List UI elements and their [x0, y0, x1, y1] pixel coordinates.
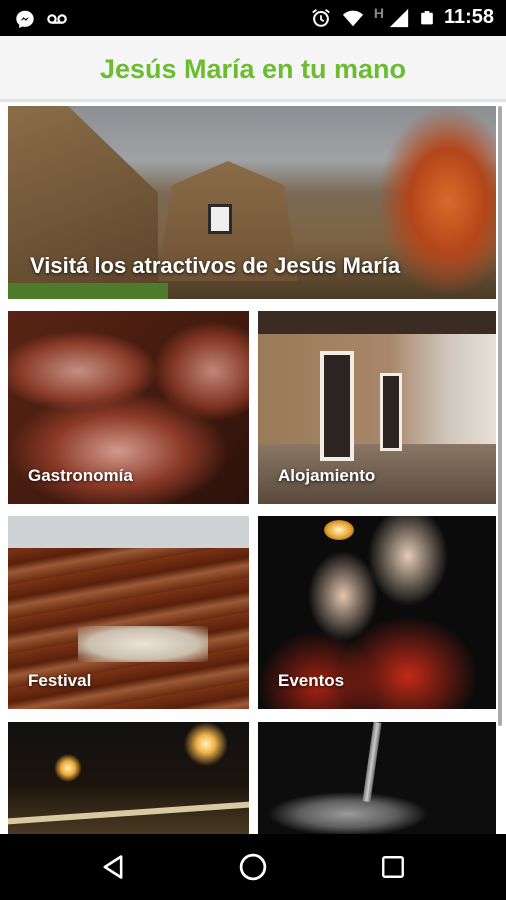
- tile-image-door: [320, 351, 354, 461]
- status-left-icons: [14, 8, 68, 30]
- scrollbar[interactable]: [498, 106, 502, 726]
- tile-image-sky: [8, 516, 249, 548]
- content-grid[interactable]: Visitá los atractivos de Jesús María Gas…: [0, 102, 506, 834]
- tile-label: Eventos: [278, 671, 345, 690]
- clock: 11:58: [443, 6, 494, 28]
- app-bar: Jesús María en tu mano: [0, 36, 506, 102]
- signal-icon: [389, 8, 409, 27]
- voicemail-icon: [47, 14, 67, 24]
- home-icon: [239, 853, 267, 881]
- tile-image-bombilla: [362, 722, 382, 803]
- tile-festival[interactable]: Festival: [8, 516, 249, 709]
- back-button[interactable]: [96, 850, 130, 884]
- network-type-label: H: [373, 4, 384, 21]
- messenger-icon: [16, 10, 34, 29]
- status-right-icons: H 11:58: [310, 4, 494, 29]
- tile-label: Festival: [28, 671, 92, 690]
- tile-image-stage-light: [324, 520, 354, 540]
- wifi-icon: [342, 10, 363, 26]
- tile-label: Gastronomía: [28, 466, 133, 485]
- home-button[interactable]: [236, 850, 270, 884]
- tile-eventos[interactable]: Eventos: [258, 516, 496, 709]
- tile-night-city[interactable]: [8, 722, 249, 834]
- recents-button[interactable]: [376, 850, 410, 884]
- back-icon: [103, 855, 123, 879]
- hero-image-grass: [8, 283, 168, 299]
- status-bar: H 11:58: [0, 0, 506, 36]
- hero-label: Visitá los atractivos de Jesús María: [30, 253, 401, 278]
- battery-icon: [421, 10, 433, 24]
- hero-image-window: [208, 204, 232, 234]
- tile-label: Alojamiento: [278, 466, 376, 485]
- tile-image-door: [380, 373, 402, 451]
- tile-alojamiento[interactable]: Alojamiento: [258, 311, 496, 504]
- tile-mate[interactable]: [258, 722, 496, 834]
- tile-image-highlight: [78, 626, 208, 662]
- alarm-icon: [312, 8, 330, 27]
- hero-tile-atractivos[interactable]: Visitá los atractivos de Jesús María: [8, 106, 496, 299]
- recents-icon: [382, 856, 404, 878]
- tile-image-road: [8, 801, 249, 825]
- app-title: Jesús María en tu mano: [99, 54, 407, 84]
- nav-bar: [0, 834, 506, 900]
- tile-gastronomia[interactable]: Gastronomía: [8, 311, 249, 504]
